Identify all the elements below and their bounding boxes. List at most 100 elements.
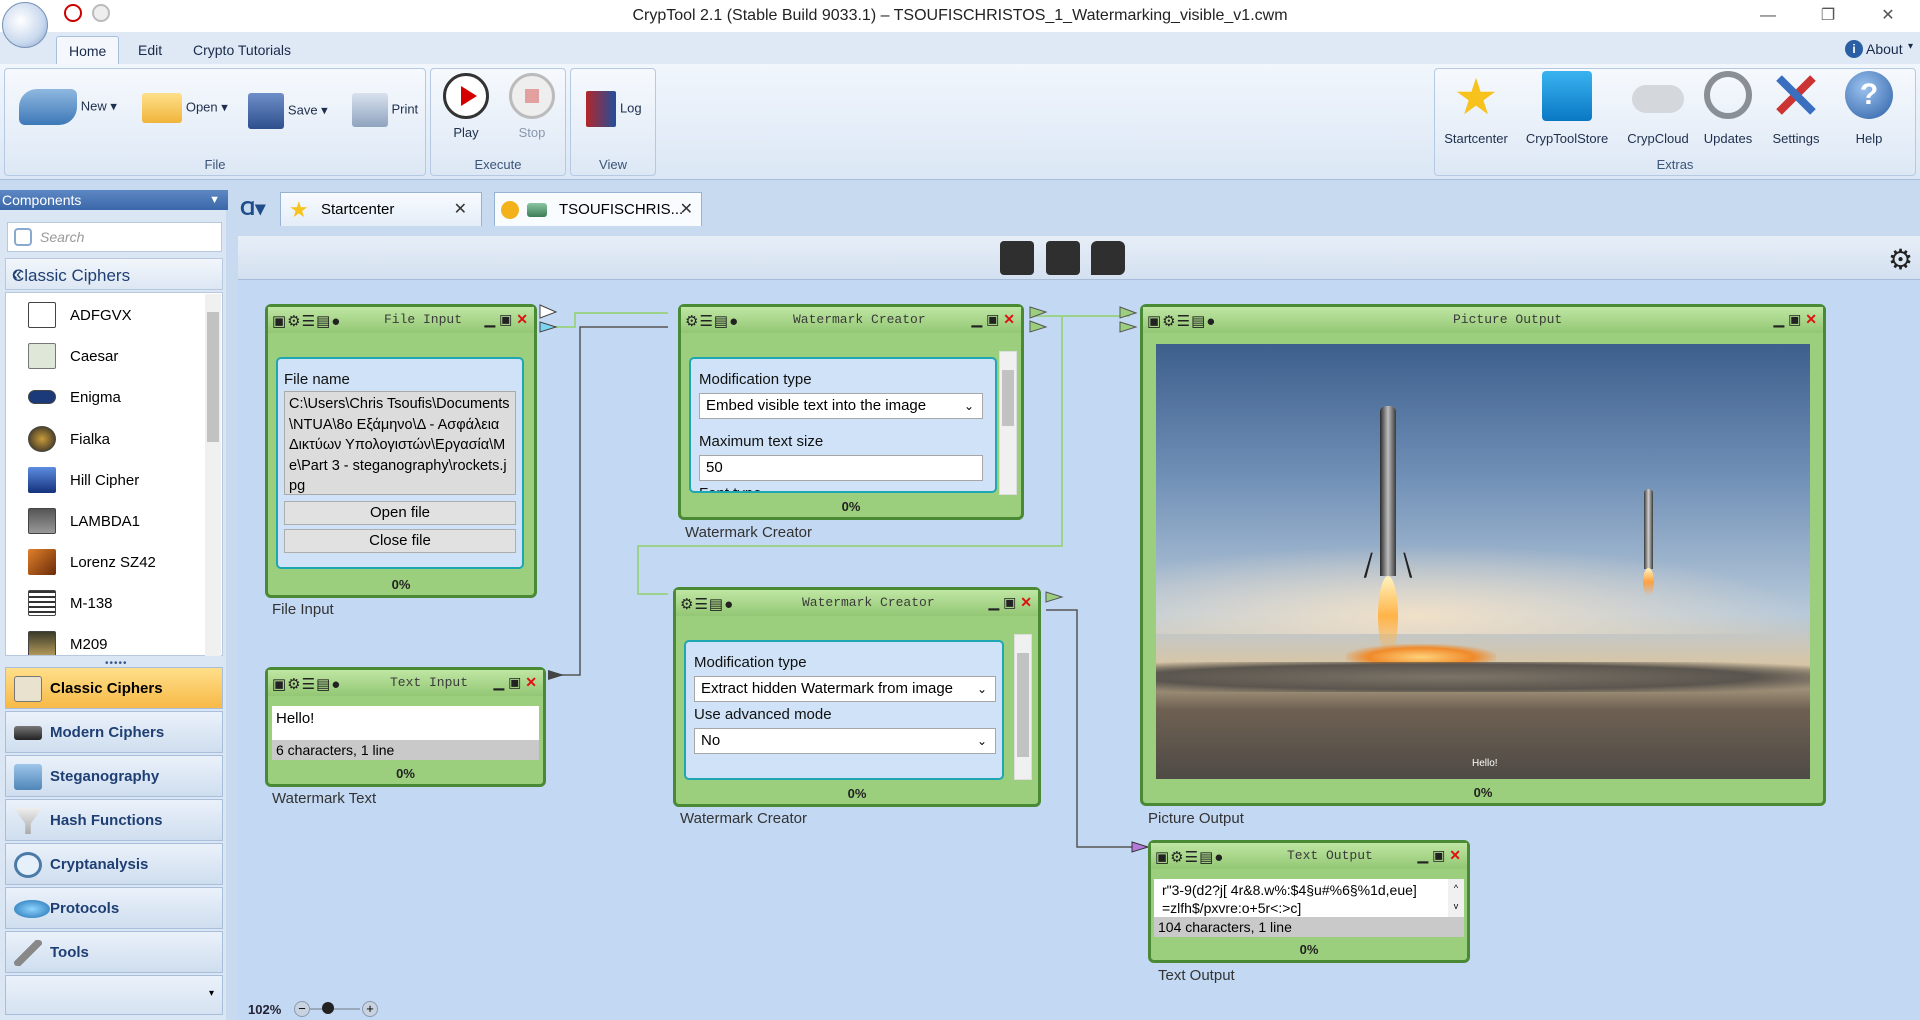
window-controls[interactable]: ▁ ▣ ✕ <box>1773 311 1817 328</box>
rocket-landing-image: Hello! <box>1156 344 1810 779</box>
open-file-button[interactable]: Open file <box>284 501 516 525</box>
tab-startcenter[interactable]: ★ Startcenter ✕ <box>280 192 482 226</box>
tab-home[interactable]: Home <box>56 36 120 64</box>
print-button[interactable]: Print <box>345 93 425 133</box>
close-button[interactable]: ✕ <box>1868 4 1908 28</box>
collapse-icon[interactable]: « <box>12 264 214 285</box>
gear-icon[interactable]: ⚙ <box>1888 243 1913 276</box>
scrollbar-thumb[interactable] <box>1017 653 1029 757</box>
list-item[interactable]: M-138 <box>28 584 198 622</box>
list-item[interactable]: Caesar <box>28 337 198 375</box>
list-item[interactable]: ADFGVX <box>28 296 198 334</box>
file-input-component[interactable]: ▣⚙☰▤● File Input ▁ ▣ ✕ File name C:\User… <box>265 304 537 598</box>
components-header[interactable]: Components ▼ <box>0 190 228 210</box>
watermark-creator-1-component[interactable]: ⚙☰▤● Watermark Creator ▁ ▣ ✕ Modificatio… <box>678 304 1024 520</box>
file-path-field[interactable]: C:\Users\Chris Tsoufis\Documents\NTUA\8o… <box>284 391 516 495</box>
category-overflow[interactable]: ▾ <box>5 975 223 1015</box>
settings-button[interactable]: Settings <box>1763 71 1829 146</box>
component-header[interactable]: ▣⚙☰▤● File Input ▁ ▣ ✕ <box>268 307 534 333</box>
text-input-component[interactable]: ▣⚙☰▤● Text Input ▁ ▣ ✕ Hello! 6 characte… <box>265 667 546 787</box>
component-header[interactable]: ▣⚙☰▤● Text Input ▁ ▣ ✕ <box>268 670 543 696</box>
zoom-slider-track[interactable] <box>310 1008 360 1010</box>
updates-button[interactable]: Updates <box>1697 71 1759 146</box>
close-file-button[interactable]: Close file <box>284 529 516 553</box>
new-button[interactable]: New ▾ <box>13 89 123 129</box>
component-header[interactable]: ⚙☰▤● Watermark Creator ▁ ▣ ✕ <box>676 590 1038 616</box>
category-protocols[interactable]: Protocols <box>5 887 223 929</box>
category-modern-ciphers[interactable]: Modern Ciphers <box>5 711 223 753</box>
cryptoolstore-label: CrypToolStore <box>1525 131 1609 146</box>
maximize-button[interactable]: ❐ <box>1808 4 1848 28</box>
component-header[interactable]: ⚙☰▤● Watermark Creator ▁ ▣ ✕ <box>681 307 1021 333</box>
advanced-mode-select[interactable]: No ⌄ <box>694 728 996 754</box>
startcenter-button[interactable]: ★ Startcenter <box>1439 71 1513 146</box>
picture-output-component[interactable]: ▣⚙☰▤● Picture Output ▁ ▣ ✕ Hello! 0% <box>1140 304 1826 806</box>
tab-workspace[interactable]: TSOUFISCHRIS... ✕ <box>494 192 702 226</box>
list-item[interactable]: Hill Cipher <box>28 461 198 499</box>
settings-scrollbar[interactable] <box>999 351 1017 495</box>
category-steganography[interactable]: Steganography <box>5 755 223 797</box>
text-output-field[interactable]: r"3-9(d2?j[ 4r&8.w%:$4§u#%6§%1d,eue] =zl… <box>1154 879 1464 917</box>
stop-button[interactable]: Stop <box>507 73 557 151</box>
about-chevron-icon[interactable]: ▾ <box>1908 41 1913 52</box>
comment-icon[interactable] <box>1091 241 1125 275</box>
open-button[interactable]: Open ▾ <box>135 93 235 133</box>
close-tab-icon[interactable]: ✕ <box>454 193 467 227</box>
zoom-in-button[interactable]: + <box>362 1001 378 1017</box>
close-tab-icon[interactable]: ✕ <box>680 193 693 227</box>
component-toolbar-icons[interactable]: ▣⚙☰▤● <box>272 675 341 693</box>
minimize-button[interactable]: — <box>1748 4 1788 28</box>
protocols-icon <box>14 900 50 918</box>
scrollbar-thumb[interactable] <box>207 312 219 442</box>
component-toolbar-icons[interactable]: ▣⚙☰▤● <box>272 312 341 330</box>
modification-type-select[interactable]: Extract hidden Watermark from image ⌄ <box>694 676 996 702</box>
output-scrollbar[interactable]: ^ v <box>1448 879 1464 917</box>
max-text-size-input[interactable]: 50 <box>699 455 983 481</box>
help-button[interactable]: ? Help <box>1839 71 1899 146</box>
list-item[interactable]: M209 <box>28 625 198 655</box>
component-toolbar-icons[interactable]: ▣⚙☰▤● <box>1155 848 1224 866</box>
list-item[interactable]: Enigma <box>28 378 198 416</box>
list-item[interactable]: LAMBDA1 <box>28 502 198 540</box>
component-toolbar-icons[interactable]: ▣⚙☰▤● <box>1147 312 1216 330</box>
text-input-field[interactable]: Hello! <box>272 706 539 740</box>
cryptoolstore-button[interactable]: CrypToolStore <box>1519 71 1615 146</box>
about-menu[interactable]: About <box>1866 41 1903 57</box>
text-output-component[interactable]: ▣⚙☰▤● Text Output ▁ ▣ ✕ r"3-9(d2?j[ 4r&8… <box>1148 840 1470 963</box>
window-controls[interactable]: ▁ ▣ ✕ <box>484 311 528 328</box>
window-controls[interactable]: ▁ ▣ ✕ <box>988 594 1032 611</box>
list-item[interactable]: Fialka <box>28 420 198 458</box>
window-controls[interactable]: ▁ ▣ ✕ <box>971 311 1015 328</box>
fit-to-screen-icon[interactable] <box>1000 241 1034 275</box>
app-logo-icon[interactable] <box>2 2 48 48</box>
zoom-out-button[interactable]: − <box>294 1001 310 1017</box>
category-classic-ciphers[interactable]: Classic Ciphers <box>5 667 223 709</box>
watermark-creator-2-component[interactable]: ⚙☰▤● Watermark Creator ▁ ▣ ✕ Modificatio… <box>673 587 1041 807</box>
play-button[interactable]: Play <box>441 73 491 151</box>
crypcloud-button[interactable]: CrypCloud <box>1623 71 1693 146</box>
component-toolbar-icons[interactable]: ⚙☰▤● <box>680 595 734 613</box>
category-tools[interactable]: Tools <box>5 931 223 973</box>
log-button[interactable]: Log <box>579 91 649 131</box>
scrollbar-thumb[interactable] <box>1002 370 1014 426</box>
component-header[interactable]: ▣⚙☰▤● Text Output ▁ ▣ ✕ <box>1151 843 1467 869</box>
save-button[interactable]: Save ▾ <box>243 93 333 133</box>
camera-icon[interactable] <box>1046 241 1080 275</box>
tab-edit[interactable]: Edit <box>126 36 174 64</box>
category-hash-functions[interactable]: Hash Functions <box>5 799 223 841</box>
component-header[interactable]: ▣⚙☰▤● Picture Output ▁ ▣ ✕ <box>1143 307 1823 333</box>
category-label: Classic Ciphers <box>50 680 163 697</box>
list-item[interactable]: Lorenz SZ42 <box>28 543 198 581</box>
window-controls[interactable]: ▁ ▣ ✕ <box>493 674 537 691</box>
category-cryptanalysis[interactable]: Cryptanalysis <box>5 843 223 885</box>
window-controls[interactable]: ▁ ▣ ✕ <box>1417 847 1461 864</box>
component-toolbar-icons[interactable]: ⚙☰▤● <box>685 312 739 330</box>
star-icon: ★ <box>1453 69 1499 125</box>
info-icon[interactable]: i <box>1845 40 1863 58</box>
modification-type-select[interactable]: Embed visible text into the image ⌄ <box>699 393 983 419</box>
tab-crypto-tutorials[interactable]: Crypto Tutorials <box>181 36 303 64</box>
tab-menu-icon[interactable]: Ɑ▾ <box>240 196 268 220</box>
search-input[interactable]: Search <box>7 222 222 252</box>
zoom-slider-thumb[interactable] <box>322 1002 334 1014</box>
settings-scrollbar[interactable] <box>1014 634 1032 780</box>
